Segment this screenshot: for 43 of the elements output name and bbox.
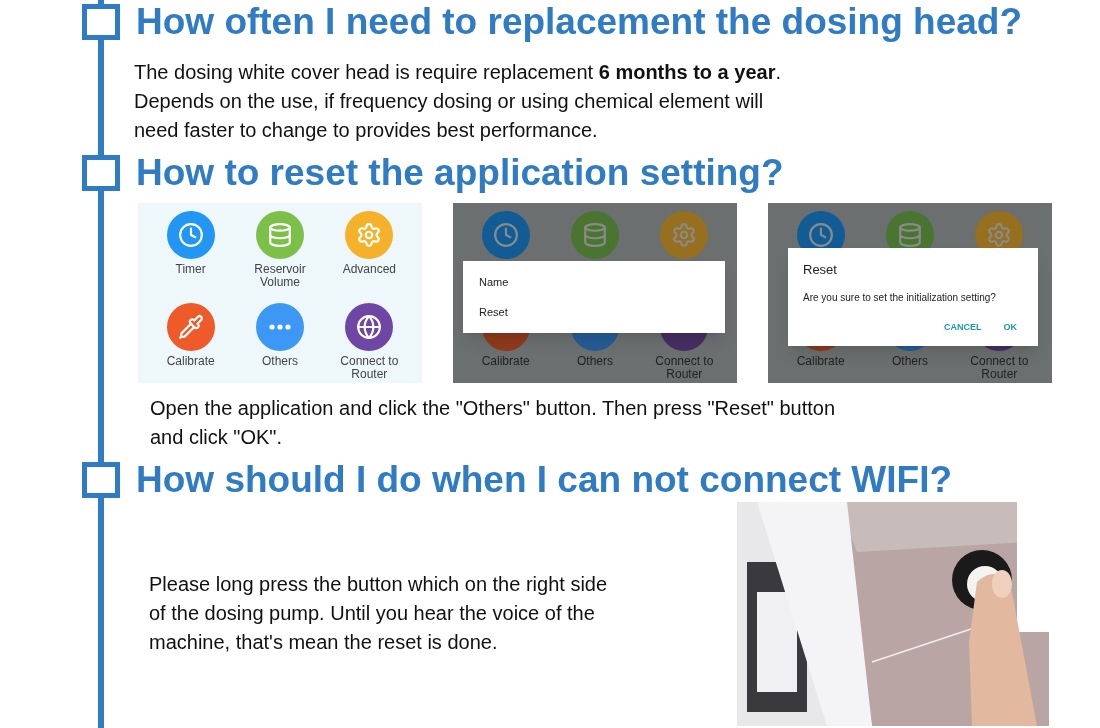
menu-item[interactable]: Reset (479, 304, 709, 321)
tile-label: Calibrate (795, 355, 846, 368)
cylinder-icon (582, 222, 608, 248)
tile-label: Connect to Router (339, 355, 400, 381)
app-tile-icon[interactable] (345, 303, 394, 351)
tile-label: Calibrate (165, 355, 216, 368)
tile-label: Calibrate (480, 355, 531, 368)
app-tile-icon[interactable] (481, 211, 530, 259)
dialog-title: Reset (803, 261, 838, 279)
menu-item[interactable]: Name (479, 273, 709, 290)
tile-label: Reservoir Volume (253, 263, 307, 289)
app-tile-icon[interactable] (166, 303, 215, 351)
clock-icon (177, 222, 204, 248)
app-tile-icon[interactable] (571, 211, 619, 259)
app-tile-icon[interactable] (345, 211, 394, 259)
section-heading: How to reset the application setting? (136, 153, 784, 193)
tile-label: Others (575, 355, 614, 368)
answer-paragraph: The dosing white cover head is require replacement 6 months to a year. Depends on the use, if frequency dosing or using chemical element will need faster to change to provides best performance. (134, 60, 782, 143)
answer-paragraph: Please long press the button which on the right side of the dosing pump. Until you hear the voice of the machine, that's mean the reset is done. (149, 572, 609, 655)
tile-label: Timer (174, 263, 207, 276)
tile-label: Connect to Router (654, 355, 715, 381)
cylinder-icon (267, 222, 293, 248)
dropper-icon (177, 314, 204, 340)
clock-icon (807, 222, 834, 248)
gear-icon (986, 222, 1013, 248)
app-tile-icon[interactable] (256, 303, 304, 351)
answer-paragraph: Open the application and click the "Others" button. Then press "Reset" button and click "OK". (150, 396, 837, 450)
tile-label: Others (260, 355, 299, 368)
gear-icon (671, 222, 698, 248)
dots-icon (269, 324, 291, 330)
tile-label: Others (890, 355, 929, 368)
gear-icon (356, 222, 383, 248)
tile-label: Advanced (341, 263, 397, 276)
dialog-message: Are you sure to set the initialization setting? (803, 290, 997, 305)
globe-icon (356, 314, 383, 340)
app-tile-icon[interactable] (256, 211, 304, 259)
section-heading: How often I need to replacement the dosing head? (136, 2, 1023, 42)
clock-icon (492, 222, 519, 248)
section-heading: How should I do when I can not connect WIFI? (136, 460, 953, 500)
cylinder-icon (897, 222, 923, 248)
app-tile-icon[interactable] (166, 211, 215, 259)
tile-label: Connect to Router (969, 355, 1030, 381)
app-tile-icon[interactable] (660, 211, 709, 259)
